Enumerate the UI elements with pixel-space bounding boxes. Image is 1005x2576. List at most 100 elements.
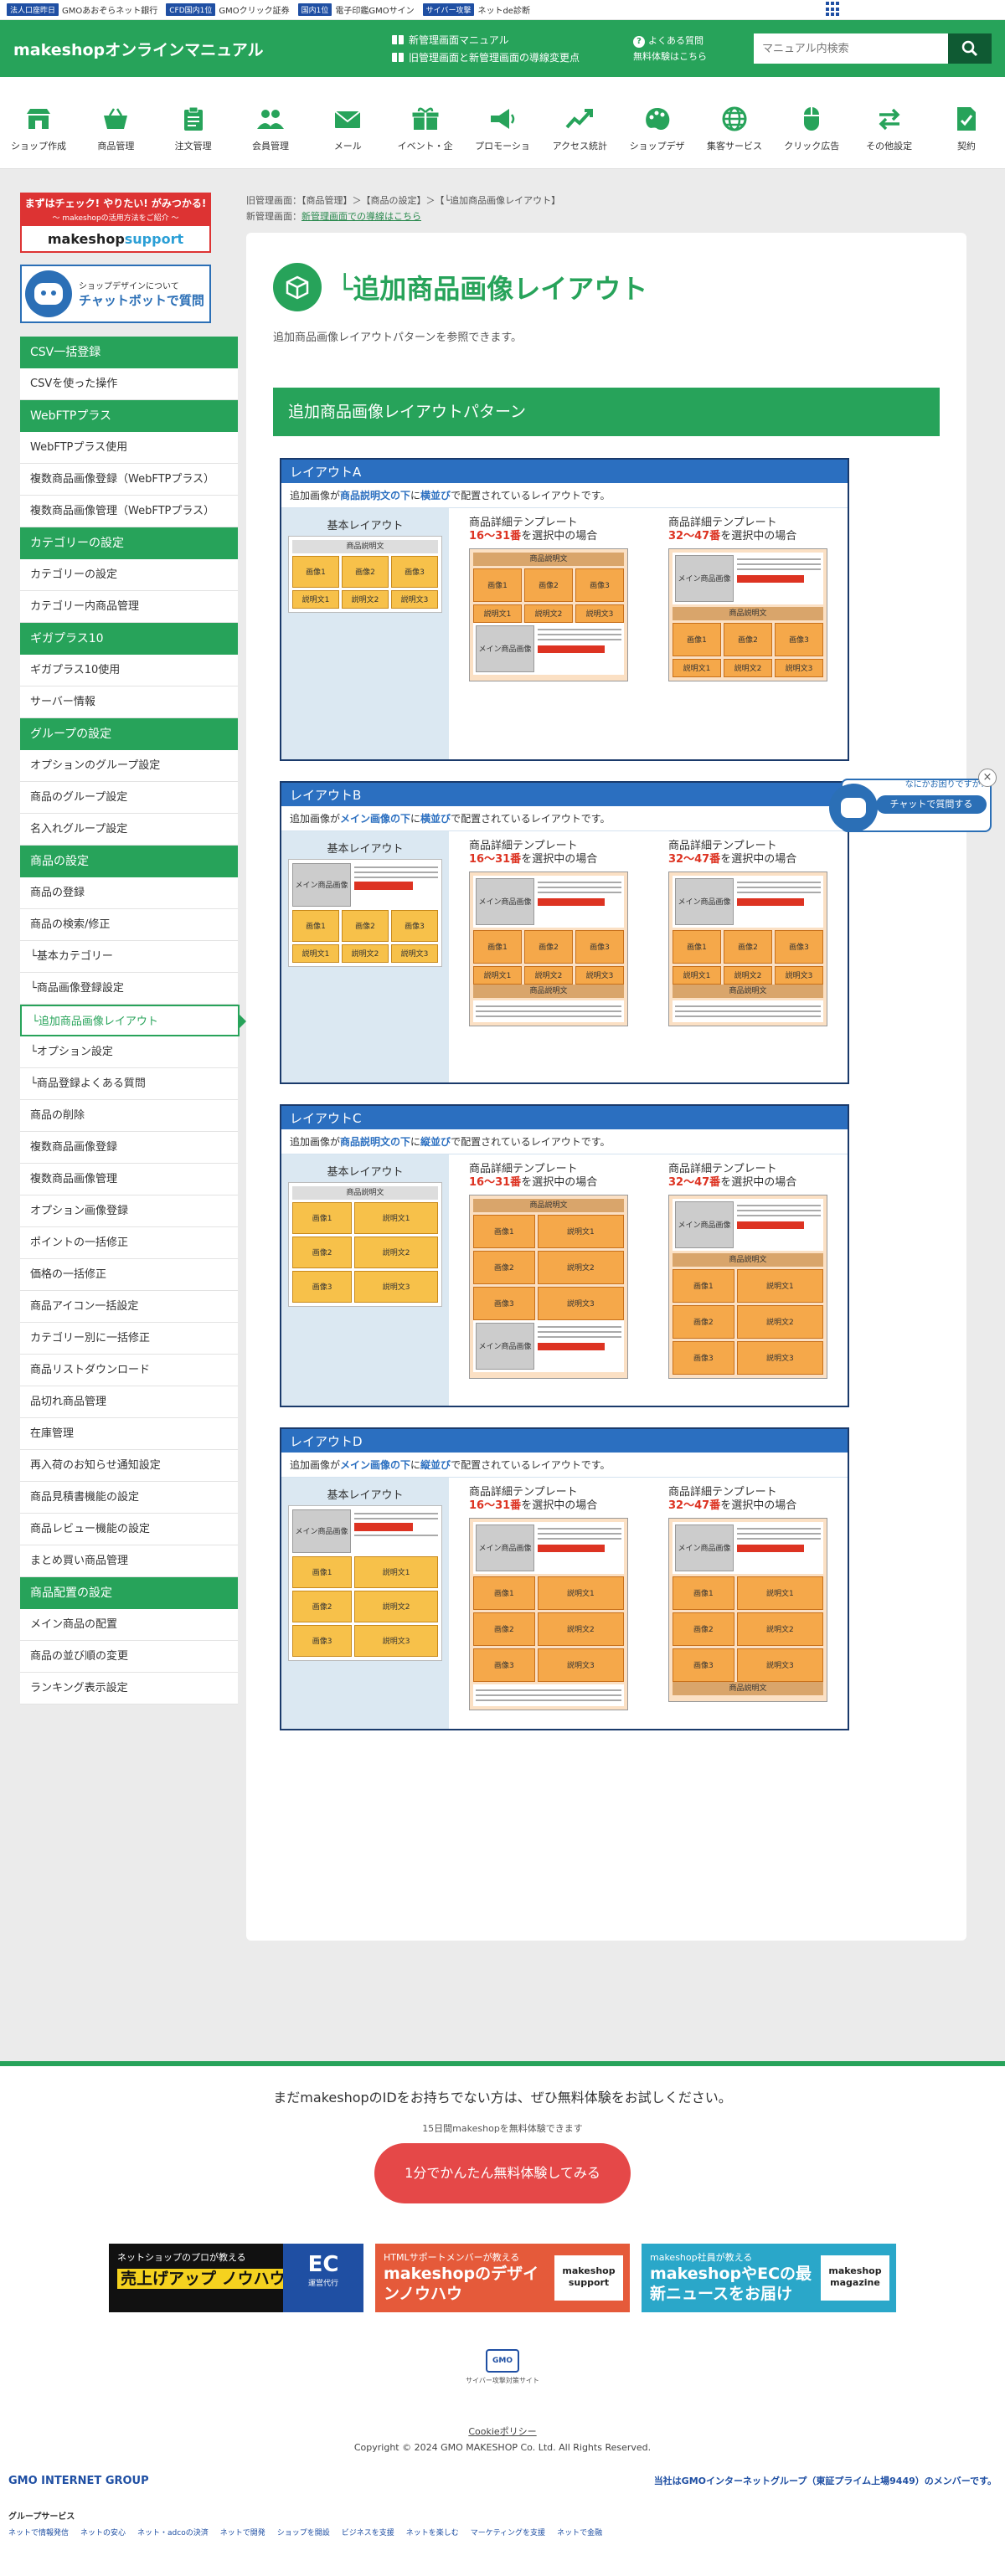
sidebar-item[interactable]: オプション画像登録 <box>20 1195 238 1227</box>
sidebar-item[interactable]: WebFTPプラス使用 <box>20 432 238 464</box>
sidebar-item[interactable]: CSVを使った操作 <box>20 368 238 400</box>
sidebar-item[interactable]: 価格の一括修正 <box>20 1259 238 1291</box>
group-service-link[interactable]: ネット・adcoの決済 <box>137 2527 209 2537</box>
contract-icon <box>956 107 976 131</box>
group-service-link[interactable]: ネットの安心 <box>80 2527 126 2537</box>
sidebar-item[interactable]: 商品の削除 <box>20 1100 238 1132</box>
gmo-footer: GMO INTERNET GROUP 当社はGMOインターネットグループ（東証プ… <box>0 2467 1005 2487</box>
sidebar-item[interactable]: └オプション設定 <box>20 1036 238 1068</box>
gmo-bar-item[interactable]: 法人口座昨日 GMOあおぞらネット銀行 <box>7 3 157 16</box>
template-label: 商品詳細テンプレート 16～31番を選択中の場合 <box>469 1163 598 1189</box>
nav-item[interactable]: 会員管理 <box>237 77 304 168</box>
nav-item[interactable]: クリック広告 <box>778 77 845 168</box>
trial-link[interactable]: 無料体験はこちら <box>633 49 754 64</box>
nav-item[interactable]: ショップデザ <box>624 77 691 168</box>
layout-description: 追加画像が商品説明文の下に横並びで配置されているレイアウトです。 <box>281 483 848 508</box>
group-service-link[interactable]: ネットで開発 <box>220 2527 265 2537</box>
nav-item[interactable]: 商品管理 <box>82 77 149 168</box>
apps-grid-icon[interactable] <box>826 2 841 17</box>
sidebar-item-active[interactable]: └追加商品画像レイアウト <box>20 1005 246 1036</box>
search-button[interactable] <box>948 33 992 64</box>
sidebar-item[interactable]: 複数商品画像管理（WebFTPプラス） <box>20 496 238 527</box>
group-service-link[interactable]: ネットで金融 <box>557 2527 602 2537</box>
sidebar-item[interactable]: 複数商品画像登録 <box>20 1132 238 1164</box>
sidebar: まずはチェック! やりたい! がみつかる! 〜 makeshopの活用方法をご紹… <box>20 193 246 2028</box>
admin-diff-link[interactable]: 旧管理画面と新管理画面の導線変更点 <box>391 50 633 64</box>
sidebar-item[interactable]: └基本カテゴリー <box>20 941 238 973</box>
group-service-link[interactable]: ネットを楽しむ <box>406 2527 459 2537</box>
template-layout-mock: 商品説明文 画像1 画像2 画像3 説明文1 説明文2 説明文3 メイン商品画像 <box>469 548 628 681</box>
sidebar-item[interactable]: メイン商品の配置 <box>20 1609 238 1641</box>
nav-item[interactable]: その他設定 <box>856 77 923 168</box>
sidebar-item[interactable]: 商品の並び順の変更 <box>20 1641 238 1673</box>
security-badge[interactable]: GMO サイバー攻撃対策サイト <box>461 2349 544 2385</box>
nav-item[interactable]: プロモーショ <box>469 77 536 168</box>
support-banner-sub: 〜 makeshopの活用方法をご紹介 〜 <box>22 212 209 226</box>
gmo-bar-item[interactable]: 国内1位 電子印鑑GMOサイン <box>297 3 415 16</box>
floating-chat-widget[interactable]: なにかお困りですか? チャットで質問する × <box>829 769 997 839</box>
sidebar-item[interactable]: 再入荷のお知らせ通知設定 <box>20 1450 238 1482</box>
faq-link[interactable]: ? よくある質問 <box>632 33 754 49</box>
nav-item[interactable]: 注文管理 <box>160 77 227 168</box>
sidebar-item[interactable]: まとめ買い商品管理 <box>20 1545 238 1577</box>
sidebar-item[interactable]: 複数商品画像登録（WebFTPプラス） <box>20 464 238 496</box>
sidebar-item[interactable]: カテゴリー内商品管理 <box>20 591 238 623</box>
sidebar-item[interactable]: └商品画像登録設定 <box>20 973 238 1005</box>
page-heading: └追加商品画像レイアウト <box>337 273 648 305</box>
sidebar-item[interactable]: サーバー情報 <box>20 686 238 718</box>
chatbot-banner[interactable]: ショップデザインについて チャットボットで質問 <box>20 265 211 323</box>
cookie-policy-link[interactable]: Cookieポリシー <box>468 2426 536 2437</box>
free-trial-button[interactable]: 1分でかんたん無料体験してみる <box>374 2143 631 2203</box>
sidebar-item[interactable]: 商品の検索/修正 <box>20 909 238 941</box>
chat-button[interactable]: チャットで質問する <box>876 795 987 814</box>
gmo-bar-item[interactable]: CFD国内1位 GMOクリック証券 <box>166 3 290 16</box>
sidebar-item[interactable]: └商品登録よくある質問 <box>20 1068 238 1100</box>
support-banner[interactable]: まずはチェック! やりたい! がみつかる! 〜 makeshopの活用方法をご紹… <box>20 193 211 253</box>
sidebar-item[interactable]: ランキング表示設定 <box>20 1673 238 1704</box>
new-admin-manual-link[interactable]: 新管理画面マニュアル <box>391 33 633 47</box>
nav-item[interactable]: ショップ作成 <box>5 77 72 168</box>
sidebar-item[interactable]: 商品リストダウンロード <box>20 1355 238 1386</box>
chat-question: なにかお困りですか? <box>904 780 985 789</box>
sidebar-item[interactable]: 商品見積書機能の設定 <box>20 1482 238 1514</box>
book-icon <box>391 35 404 44</box>
group-service-link[interactable]: マーケティングを支援 <box>471 2527 545 2537</box>
sidebar-item[interactable]: 複数商品画像管理 <box>20 1164 238 1195</box>
nav-item[interactable]: イベント・企 <box>392 77 459 168</box>
nav-item[interactable]: アクセス統計 <box>546 77 613 168</box>
new-admin-route-link[interactable]: 新管理画面での導線はこちら <box>302 211 421 222</box>
nav-item[interactable]: 契約 <box>933 77 1000 168</box>
sidebar-item[interactable]: 商品のグループ設定 <box>20 782 238 814</box>
sidebar-item[interactable]: ポイントの一括修正 <box>20 1227 238 1259</box>
sidebar-item[interactable]: カテゴリーの設定 <box>20 559 238 591</box>
site-logo[interactable]: makeshopオンラインマニュアル <box>13 38 392 60</box>
group-service-link[interactable]: ネットで情報発信 <box>8 2527 69 2537</box>
gmo-logo[interactable]: GMO INTERNET GROUP <box>8 2475 149 2487</box>
sidebar-item[interactable]: 商品の登録 <box>20 877 238 909</box>
close-icon[interactable]: × <box>978 769 997 787</box>
sidebar-item[interactable]: ギガプラス10使用 <box>20 655 238 686</box>
sidebar-item[interactable]: 名入れグループ設定 <box>20 814 238 846</box>
group-service-link[interactable]: ビジネスを支援 <box>342 2527 394 2537</box>
design-knowhow-banner[interactable]: HTMLサポートメンバーが教える makeshopのデザインノウハウ makes… <box>375 2244 630 2312</box>
news-banner[interactable]: makeshop社員が教える makeshopやECの最新ニュースをお届け ma… <box>642 2244 896 2312</box>
sidebar-item[interactable]: 商品レビュー機能の設定 <box>20 1514 238 1545</box>
sidebar-item[interactable]: 在庫管理 <box>20 1418 238 1450</box>
sidebar-item[interactable]: カテゴリー別に一括修正 <box>20 1323 238 1355</box>
mouse-icon <box>804 107 820 131</box>
sidebar-item[interactable]: オプションのグループ設定 <box>20 750 238 782</box>
nav-item[interactable]: メール <box>314 77 381 168</box>
sidebar-item[interactable]: 品切れ商品管理 <box>20 1386 238 1418</box>
ec-knowhow-banner[interactable]: ネットショップのプロが教える 売上げアップ ノウハウ EC 運営代行 <box>109 2244 363 2312</box>
sidebar-item[interactable]: 商品アイコン一括設定 <box>20 1291 238 1323</box>
nav-item[interactable]: 集客サービス <box>701 77 768 168</box>
page-description: 追加商品画像レイアウトパターンを参照できます。 <box>273 332 523 344</box>
gmo-bar-item[interactable]: サイバー攻撃 ネットde診断 <box>422 3 530 16</box>
search-input[interactable] <box>754 33 948 64</box>
basic-layout-mock: メイン商品画像 画像1 説明文1 画像2 説明文2 画像3 説明文3 <box>288 1505 442 1661</box>
group-service-link[interactable]: ショップを開設 <box>277 2527 330 2537</box>
shop-icon <box>27 109 50 129</box>
robot-icon <box>25 270 72 317</box>
sidebar-section-header: ギガプラス10 <box>20 623 238 655</box>
sidebar-section-header: WebFTPプラス <box>20 400 238 432</box>
